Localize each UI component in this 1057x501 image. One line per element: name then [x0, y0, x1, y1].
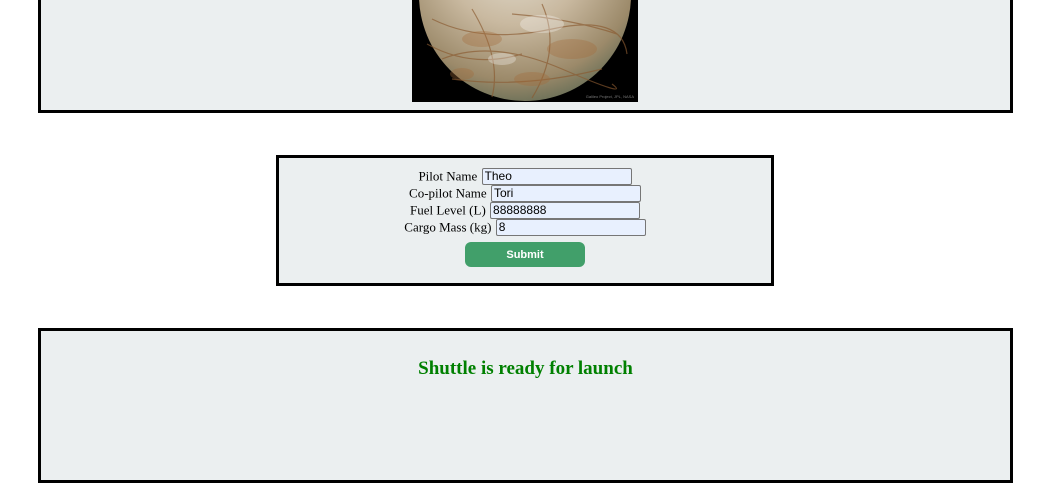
cargo-mass-input[interactable] — [495, 218, 646, 236]
fuel-level-label: Fuel Level (L) — [409, 202, 486, 218]
mission-destination-panel: Galileo Project, JPL, NASA — [38, 0, 1013, 113]
fuel-level-row: Fuel Level (L) — [279, 200, 771, 219]
cargo-mass-row: Cargo Mass (kg) — [279, 217, 771, 236]
pilot-name-row: Pilot Name — [279, 166, 771, 185]
copilot-name-label: Co-pilot Name — [409, 185, 487, 201]
planet-illustration — [419, 0, 631, 101]
pilot-name-input[interactable] — [481, 167, 632, 185]
cargo-mass-label: Cargo Mass (kg) — [404, 219, 492, 235]
launch-form: Pilot Name Co-pilot Name Fuel Level (L) … — [276, 155, 774, 286]
planet-image: Galileo Project, JPL, NASA — [412, 0, 638, 102]
launch-status-heading: Shuttle is ready for launch — [418, 358, 633, 379]
copilot-name-row: Co-pilot Name — [279, 183, 771, 202]
image-credit: Galileo Project, JPL, NASA — [585, 94, 634, 99]
copilot-name-input[interactable] — [490, 184, 641, 202]
pilot-name-label: Pilot Name — [418, 168, 478, 184]
launch-status-panel: Shuttle is ready for launch — [38, 328, 1013, 483]
submit-button[interactable]: Submit — [465, 242, 585, 267]
fuel-level-input[interactable] — [490, 201, 641, 219]
